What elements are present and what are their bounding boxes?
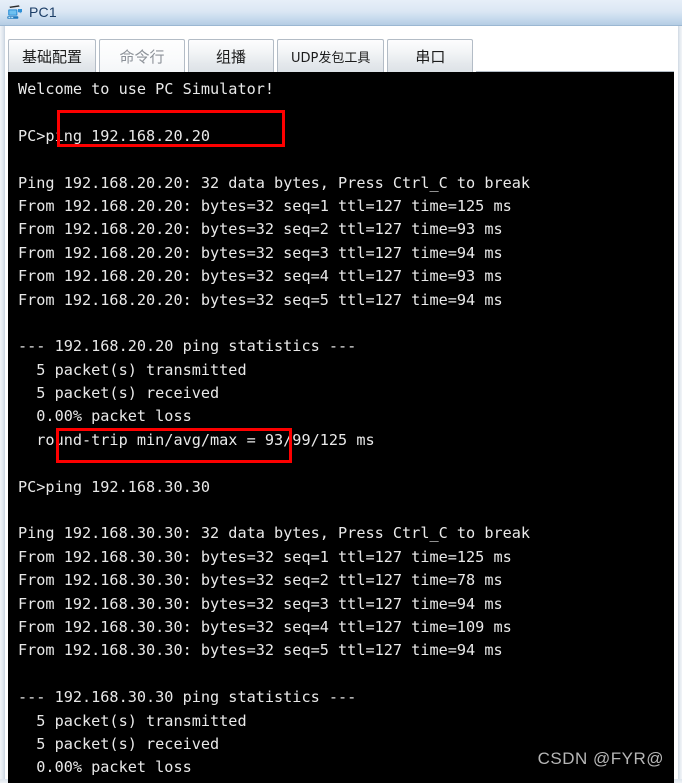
- tab-bar: 基础配置 命令行 组播 UDP发包工具 串口: [8, 36, 674, 72]
- terminal-line: From 192.168.20.20: bytes=32 seq=2 ttl=1…: [18, 220, 503, 239]
- terminal-line: --- 192.168.20.20 ping statistics ---: [18, 337, 357, 356]
- watermark-label: CSDN @FYR@: [537, 749, 664, 768]
- terminal-line: Ping 192.168.30.30: 32 data bytes, Press…: [18, 524, 531, 543]
- terminal-line: From 192.168.30.30: bytes=32 seq=1 ttl=1…: [18, 547, 512, 566]
- terminal-line: 0.00% packet loss: [18, 407, 192, 426]
- pc-device-icon: [5, 3, 25, 23]
- tab-serial-port[interactable]: 串口: [387, 39, 474, 72]
- window-body: 基础配置 命令行 组播 UDP发包工具 串口 Welcome to use PC Sim…: [0, 26, 682, 783]
- terminal-line: 5 packet(s) transmitted: [18, 711, 247, 730]
- frame-edge-right: [678, 26, 682, 783]
- terminal-line: round-trip min/avg/max = 93/99/125 ms: [18, 430, 375, 449]
- tab-label: 组播: [216, 47, 247, 66]
- terminal-line: From 192.168.30.30: bytes=32 seq=2 ttl=1…: [18, 571, 503, 590]
- tab-label: 串口: [415, 47, 446, 66]
- terminal-line: Welcome to use PC Simulator!: [18, 80, 275, 98]
- terminal-line: From 192.168.30.30: bytes=32 seq=5 ttl=1…: [18, 641, 503, 660]
- tab-bar-filler: [476, 38, 674, 72]
- tab-label: 基础配置: [22, 47, 83, 66]
- terminal-line: From 192.168.20.20: bytes=32 seq=4 ttl=1…: [18, 267, 503, 286]
- tab-label: 命令行: [119, 47, 165, 66]
- terminal-line: From 192.168.20.20: bytes=32 seq=1 ttl=1…: [18, 196, 512, 215]
- terminal-line: From 192.168.30.30: bytes=32 seq=3 ttl=1…: [18, 594, 503, 613]
- tab-command-line[interactable]: 命令行: [99, 39, 186, 72]
- window-titlebar: PC1: [0, 0, 682, 26]
- window-title: PC1: [29, 4, 57, 20]
- terminal-output: Welcome to use PC Simulator! PC>ping 192…: [8, 72, 674, 783]
- terminal-line: From 192.168.30.30: bytes=32 seq=4 ttl=1…: [18, 617, 512, 636]
- tab-multicast[interactable]: 组播: [188, 39, 275, 72]
- terminal-line: From 192.168.20.20: bytes=32 seq=3 ttl=1…: [18, 243, 503, 262]
- command-line-terminal[interactable]: Welcome to use PC Simulator! PC>ping 192…: [8, 72, 674, 783]
- terminal-line: 5 packet(s) transmitted: [18, 360, 247, 379]
- tab-label: UDP发包工具: [291, 50, 371, 66]
- tab-udp-packet-tool[interactable]: UDP发包工具: [277, 39, 385, 72]
- terminal-line: From 192.168.20.20: bytes=32 seq=5 ttl=1…: [18, 290, 503, 309]
- terminal-line: Ping 192.168.20.20: 32 data bytes, Press…: [18, 173, 531, 192]
- pc-simulator-window: PC1 基础配置 命令行 组播 UDP发包工具 串口 Welcome to use PC…: [0, 0, 682, 783]
- frame-edge-left: [0, 26, 5, 783]
- terminal-line: 5 packet(s) received: [18, 384, 220, 403]
- tab-basic-config[interactable]: 基础配置: [8, 39, 97, 72]
- terminal-line: PC>ping 192.168.20.20: [18, 126, 211, 145]
- terminal-line: --- 192.168.30.30 ping statistics ---: [18, 688, 357, 707]
- terminal-line: PC>ping 192.168.30.30: [18, 477, 211, 496]
